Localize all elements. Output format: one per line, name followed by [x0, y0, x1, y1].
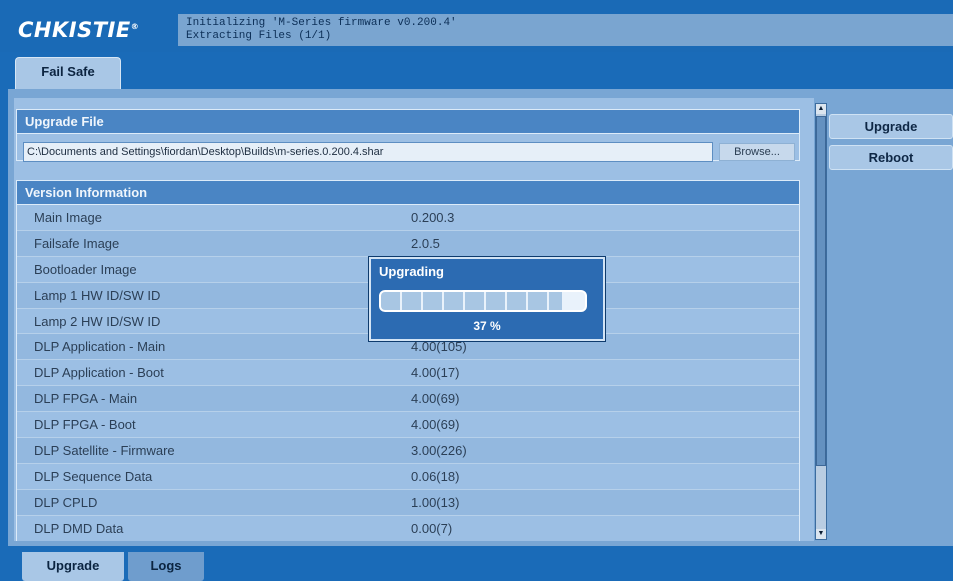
row-value: 0.200.3 [411, 209, 455, 225]
version-table: Main Image 0.200.3 Failsafe Image 2.0.5 Bo… [17, 205, 799, 541]
status-line: Initializing 'M-Series firmware v0.200.4… [186, 17, 457, 29]
row-label: Bootloader Image [34, 261, 137, 277]
row-value: 1.00(13) [411, 494, 460, 510]
christie-logo: CHKISTIE® [18, 18, 140, 42]
row-value: 4.00(105) [411, 339, 467, 355]
row-label: Main Image [34, 209, 102, 225]
scroll-down-icon[interactable]: ▼ [816, 529, 826, 539]
row-value: 4.00(69) [411, 417, 460, 433]
tab-upgrade[interactable]: Upgrade [22, 552, 124, 581]
dialog-title: Upgrading [379, 264, 444, 279]
row-label: DLP DMD Data [34, 520, 124, 536]
row-label: DLP FPGA - Boot [34, 417, 136, 433]
row-label: Lamp 2 HW ID/SW ID [34, 313, 161, 329]
browse-button[interactable]: Browse... [719, 143, 795, 161]
tab-fail-safe[interactable]: Fail Safe [15, 57, 121, 91]
upgrade-file-title: Upgrade File [17, 110, 799, 134]
row-value: 4.00(69) [411, 391, 460, 407]
table-row: Failsafe Image 2.0.5 [17, 230, 799, 257]
row-label: Lamp 1 HW ID/SW ID [34, 287, 161, 303]
tab-logs[interactable]: Logs [128, 552, 204, 581]
upgrade-file-group: Upgrade File C:\Documents and Settings\f… [16, 109, 800, 162]
row-value: 0.06(18) [411, 468, 460, 484]
row-label: DLP Sequence Data [34, 468, 153, 484]
table-row: Main Image 0.200.3 [17, 205, 799, 231]
upgrading-dialog: Upgrading 37 % [369, 257, 605, 341]
table-row: DLP CPLD 1.00(13) [17, 489, 799, 516]
app-header: CHKISTIE® Initializing 'M-Series firmwar… [0, 0, 953, 52]
row-label: Failsafe Image [34, 235, 120, 251]
table-row: DLP Sequence Data 0.06(18) [17, 464, 799, 490]
row-value: 0.00(7) [411, 520, 453, 536]
progress-percent-label: 37 % [473, 319, 501, 333]
row-label: DLP Satellite - Firmware [34, 442, 175, 458]
table-row: DLP FPGA - Main 4.00(69) [17, 386, 799, 413]
status-message-box: Initializing 'M-Series firmware v0.200.4… [178, 14, 953, 46]
row-value: 4.00(17) [411, 365, 460, 381]
progress-bar [379, 290, 587, 312]
row-label: DLP CPLD [34, 494, 98, 510]
table-row: DLP DMD Data 0.00(7) [17, 516, 799, 541]
version-info-group: Version Information Main Image 0.200.3 Fa… [16, 180, 800, 541]
table-row: DLP Application - Boot 4.00(17) [17, 360, 799, 387]
row-value: 2.0.5 [411, 235, 440, 251]
scroll-up-icon[interactable]: ▲ [816, 104, 826, 114]
vertical-scrollbar[interactable]: ▲ ▼ [815, 103, 827, 540]
row-label: DLP FPGA - Main [34, 391, 138, 407]
row-label: DLP Application - Main [34, 339, 166, 355]
table-row: DLP Satellite - Firmware 3.00(226) [17, 438, 799, 464]
row-value: 3.00(226) [411, 442, 467, 458]
reboot-button[interactable]: Reboot [829, 145, 953, 170]
table-row: DLP FPGA - Boot 4.00(69) [17, 412, 799, 439]
status-line: Extracting Files (1/1) [186, 30, 332, 42]
upgrade-button[interactable]: Upgrade [829, 114, 953, 139]
file-path-input[interactable]: C:\Documents and Settings\fiordan\Deskto… [23, 142, 713, 162]
row-label: DLP Application - Boot [34, 365, 164, 381]
progress-bar-fill [381, 292, 563, 310]
version-info-title: Version Information [17, 181, 799, 205]
file-path-row: C:\Documents and Settings\fiordan\Deskto… [23, 142, 795, 162]
scrollbar-thumb[interactable] [816, 116, 826, 466]
